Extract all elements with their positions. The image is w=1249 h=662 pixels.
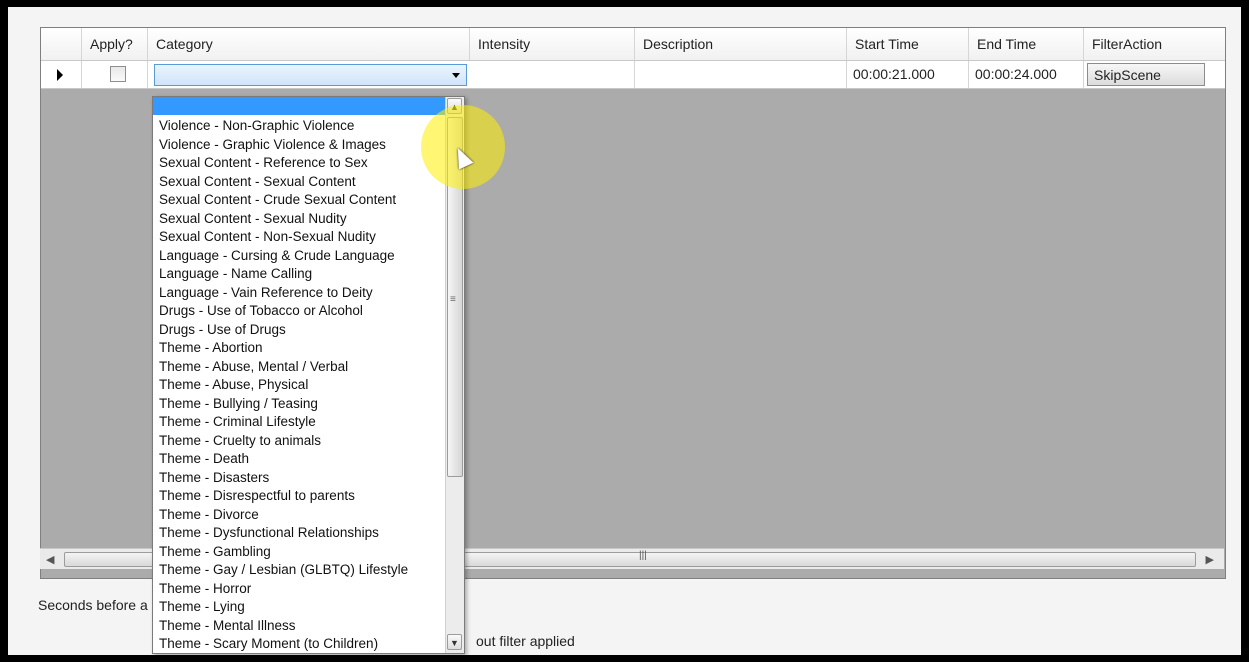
dropdown-option[interactable]: Violence - Graphic Violence & Images <box>159 136 445 155</box>
column-filter-action[interactable]: FilterAction <box>1084 28 1225 60</box>
dropdown-option[interactable]: Theme - Bullying / Teasing <box>159 395 445 414</box>
dropdown-option[interactable]: Sexual Content - Non-Sexual Nudity <box>159 228 445 247</box>
scroll-right-icon[interactable]: ▶ <box>1206 553 1214 566</box>
start-time-cell[interactable]: 00:00:21.000 <box>847 61 969 88</box>
row-selector[interactable] <box>41 61 82 88</box>
grip-icon: ||| <box>639 550 647 561</box>
dropdown-option[interactable]: Theme - Gay / Lesbian (GLBTQ) Lifestyle <box>159 561 445 580</box>
intensity-cell[interactable] <box>470 61 635 88</box>
dropdown-option[interactable]: Sexual Content - Sexual Content <box>159 173 445 192</box>
dropdown-option[interactable]: Sexual Content - Sexual Nudity <box>159 210 445 229</box>
grid-header: Apply? Category Intensity Description St… <box>41 28 1225 61</box>
filter-applied-label: out filter applied <box>476 633 575 649</box>
dropdown-option[interactable]: Theme - Disasters <box>159 469 445 488</box>
dropdown-option[interactable]: Theme - Divorce <box>159 506 445 525</box>
apply-checkbox[interactable] <box>110 66 126 82</box>
seconds-before-label: Seconds before a <box>38 597 148 613</box>
dropdown-option[interactable]: Language - Name Calling <box>159 265 445 284</box>
current-row-arrow-icon <box>57 69 63 81</box>
description-cell[interactable] <box>635 61 847 88</box>
row-header-column <box>41 28 82 60</box>
column-intensity[interactable]: Intensity <box>470 28 635 60</box>
apply-cell <box>82 61 148 88</box>
dropdown-option[interactable]: Theme - Gambling <box>159 543 445 562</box>
dropdown-option[interactable]: Theme - Abuse, Physical <box>159 376 445 395</box>
table-row[interactable]: 00:00:21.000 00:00:24.000 SkipScene <box>41 61 1225 89</box>
chevron-down-icon[interactable] <box>452 73 460 78</box>
grip-icon: ≡ <box>450 294 456 305</box>
dropdown-option[interactable]: Theme - Cruelty to animals <box>159 432 445 451</box>
selected-empty-item[interactable] <box>153 97 445 115</box>
category-dropdown-list[interactable]: Violence - Non-Graphic Violence Violence … <box>152 96 465 654</box>
scroll-down-icon[interactable]: ▼ <box>447 634 462 650</box>
dropdown-option[interactable]: Theme - Scary Moment (to Children) <box>159 635 445 653</box>
dropdown-option[interactable]: Language - Vain Reference to Deity <box>159 284 445 303</box>
category-options: Violence - Non-Graphic Violence Violence … <box>159 117 445 653</box>
dropdown-option[interactable]: Theme - Disrespectful to parents <box>159 487 445 506</box>
dropdown-option[interactable]: Sexual Content - Crude Sexual Content <box>159 191 445 210</box>
app-window: Apply? Category Intensity Description St… <box>8 7 1241 655</box>
dropdown-option[interactable]: Theme - Horror <box>159 580 445 599</box>
category-combobox[interactable] <box>154 64 467 86</box>
column-end-time[interactable]: End Time <box>969 28 1084 60</box>
dropdown-option[interactable]: Theme - Criminal Lifestyle <box>159 413 445 432</box>
scroll-left-icon[interactable]: ◀ <box>46 553 54 566</box>
dropdown-option[interactable]: Theme - Abortion <box>159 339 445 358</box>
dropdown-option[interactable]: Sexual Content - Reference to Sex <box>159 154 445 173</box>
dropdown-option[interactable]: Theme - Death <box>159 450 445 469</box>
dropdown-option[interactable]: Theme - Lying <box>159 598 445 617</box>
column-start-time[interactable]: Start Time <box>847 28 969 60</box>
column-apply[interactable]: Apply? <box>82 28 148 60</box>
dropdown-option[interactable]: Language - Cursing & Crude Language <box>159 247 445 266</box>
dropdown-option[interactable]: Theme - Mental Illness <box>159 617 445 636</box>
dropdown-option[interactable]: Violence - Non-Graphic Violence <box>159 117 445 136</box>
dropdown-option[interactable]: Drugs - Use of Drugs <box>159 321 445 340</box>
dropdown-option[interactable]: Theme - Dysfunctional Relationships <box>159 524 445 543</box>
dropdown-option[interactable]: Drugs - Use of Tobacco or Alcohol <box>159 302 445 321</box>
filter-action-combobox[interactable]: SkipScene <box>1087 63 1205 86</box>
dropdown-option[interactable]: Theme - Abuse, Mental / Verbal <box>159 358 445 377</box>
column-description[interactable]: Description <box>635 28 847 60</box>
column-category[interactable]: Category <box>148 28 470 60</box>
end-time-cell[interactable]: 00:00:24.000 <box>969 61 1084 88</box>
